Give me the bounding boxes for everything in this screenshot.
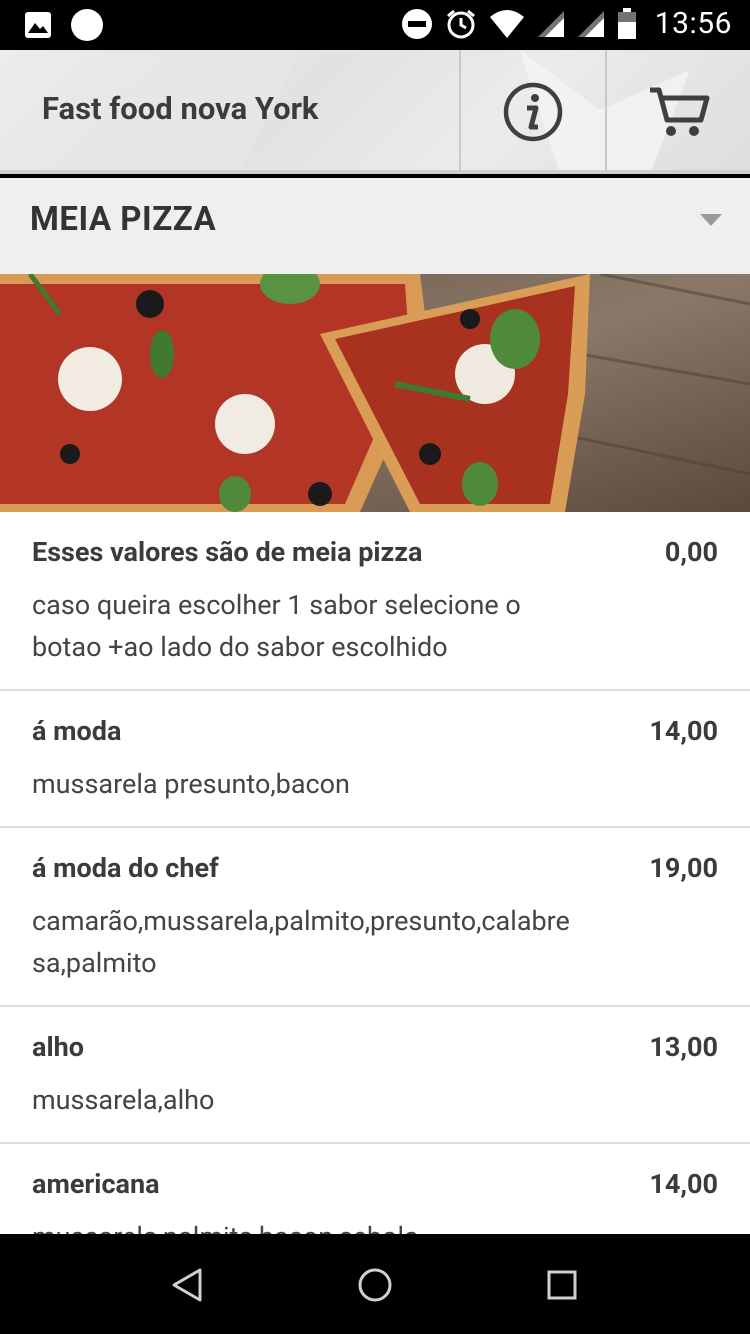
item-name: Esses valores são de meia pizza [32,536,423,568]
item-name: americana [32,1168,160,1200]
item-price: 13,00 [649,1031,718,1063]
item-description: mussarela,alho [32,1084,215,1116]
item-description: mussarela presunto,bacon [32,768,350,800]
list-item[interactable]: americana 14,00 mussarela,palmito,bacon,… [0,1144,750,1234]
home-icon[interactable] [357,1267,393,1303]
list-item[interactable]: Esses valores são de meia pizza 0,00 cas… [0,512,750,691]
do-not-disturb-icon [401,8,432,39]
item-description: caso queira escolher 1 sabor selecione o… [32,589,521,663]
info-icon [503,82,563,142]
signal-icon [577,10,604,37]
recents-icon[interactable] [546,1269,578,1301]
category-title: MEIA PIZZA [30,200,217,239]
pizza-illustration [0,274,750,512]
item-price: 0,00 [664,536,718,568]
cart-button[interactable] [605,50,750,174]
image-icon [25,12,51,38]
item-price: 14,00 [649,715,718,747]
caret-down-icon [700,214,722,226]
menu-item-list: Esses valores são de meia pizza 0,00 cas… [0,512,750,1234]
list-item[interactable]: á moda 14,00 mussarela presunto,bacon [0,691,750,828]
item-name: á moda do chef [32,852,219,884]
item-price: 19,00 [649,852,718,884]
app-title: Fast food nova York [42,90,319,127]
back-icon[interactable] [170,1267,206,1303]
circle-icon [71,9,103,41]
status-bar: 13:56 [0,0,750,50]
item-name: alho [32,1031,84,1063]
category-dropdown[interactable]: MEIA PIZZA [0,178,750,274]
signal-icon [537,10,564,37]
item-description: camarão,mussarela,palmito,presunto,calab… [32,905,570,979]
item-name: á moda [32,715,122,747]
system-nav-bar [0,1234,750,1334]
category-banner-image [0,274,750,512]
cart-icon [650,87,710,136]
item-description: mussarela,palmito,bacon,cebola [32,1216,622,1234]
item-price: 14,00 [649,1168,718,1200]
app-bar: Fast food nova York [0,50,750,174]
list-item[interactable]: alho 13,00 mussarela,alho [0,1007,750,1144]
info-button[interactable] [459,50,605,174]
clock: 13:56 [654,6,732,41]
battery-icon [617,7,636,39]
list-item[interactable]: á moda do chef 19,00 camarão,mussarela,p… [0,828,750,1007]
alarm-icon [446,9,475,38]
wifi-icon [489,9,524,38]
